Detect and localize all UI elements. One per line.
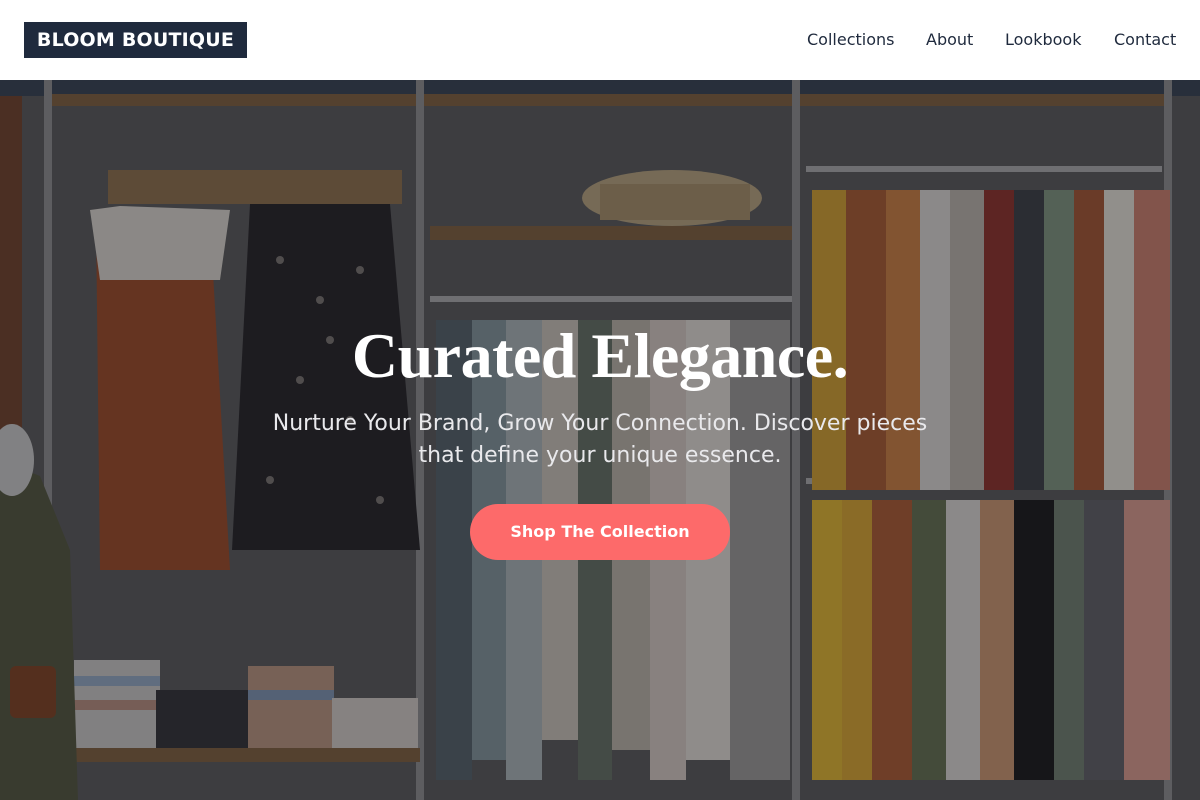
hero-section: Curated Elegance. Nurture Your Brand, Gr… [0, 80, 1200, 800]
site-header: BLOOM BOUTIQUE Collections About Lookboo… [0, 0, 1200, 80]
main-nav: Collections About Lookbook Contact [0, 0, 1200, 80]
hero-title: Curated Elegance. [351, 320, 849, 391]
hero-subtitle: Nurture Your Brand, Grow Your Connection… [272, 411, 928, 468]
nav-link-contact[interactable]: Contact [1114, 29, 1176, 51]
shop-collection-button[interactable]: Shop The Collection [470, 504, 730, 560]
nav-link-collections[interactable]: Collections [807, 29, 894, 51]
nav-link-lookbook[interactable]: Lookbook [1005, 29, 1081, 51]
nav-link-about[interactable]: About [926, 29, 973, 51]
